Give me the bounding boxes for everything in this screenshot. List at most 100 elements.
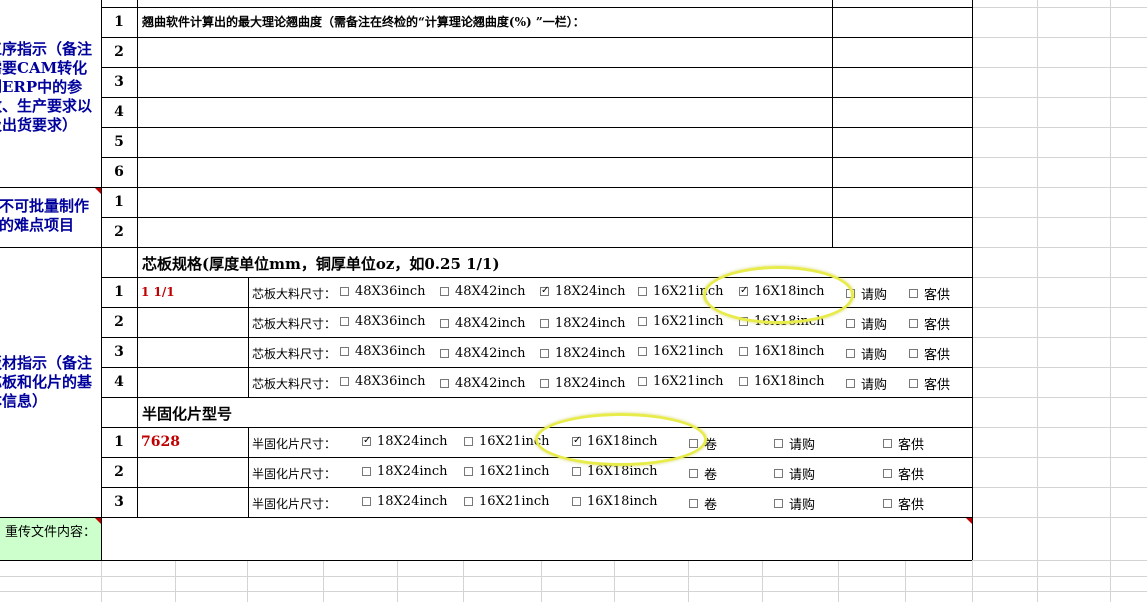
checkbox-box[interactable] — [689, 469, 698, 478]
prepreg-option-checkbox[interactable]: 客供 — [883, 464, 924, 483]
checkbox-box[interactable] — [464, 437, 473, 446]
prepreg-option-checkbox[interactable]: 请购 — [774, 434, 815, 453]
checkbox-box[interactable] — [846, 349, 855, 358]
row-number: 5 — [114, 134, 124, 150]
checkbox-box[interactable] — [540, 379, 549, 388]
highlight-oval — [703, 266, 854, 324]
checkbox-box[interactable] — [883, 439, 892, 448]
prepreg-option-checkbox[interactable]: 客供 — [883, 494, 924, 513]
checkbox-box[interactable] — [340, 377, 349, 386]
checkbox-box[interactable] — [540, 319, 549, 328]
prepreg-option-checkbox[interactable]: 16X18inch — [572, 464, 658, 479]
checkbox-box[interactable] — [440, 319, 449, 328]
core-option-checkbox[interactable]: 16X21inch — [638, 374, 724, 389]
core-size-label: 芯板大料尺寸： — [252, 377, 337, 391]
checkbox-box[interactable] — [774, 499, 783, 508]
checkbox-box[interactable] — [883, 469, 892, 478]
core-option-checkbox[interactable]: 18X24inch — [540, 346, 626, 361]
core-option-checkbox[interactable]: 18X24inch — [540, 284, 626, 299]
checkbox-box[interactable] — [774, 439, 783, 448]
core-option-checkbox[interactable]: 18X24inch — [540, 376, 626, 391]
checkbox-box[interactable] — [340, 347, 349, 356]
core-option-checkbox[interactable]: 48X36inch — [340, 314, 426, 329]
checkbox-box[interactable] — [440, 287, 449, 296]
prepreg-option-checkbox[interactable]: 18X24inch — [362, 494, 448, 509]
core-option-checkbox[interactable]: 请购 — [846, 344, 887, 363]
core-option-checkbox[interactable]: 请购 — [846, 374, 887, 393]
checkbox-box[interactable] — [464, 467, 473, 476]
row-number: 2 — [114, 314, 124, 330]
prepreg-option-checkbox[interactable]: 客供 — [883, 434, 924, 453]
checkbox-label: 卷 — [704, 498, 718, 513]
prepreg-option-checkbox[interactable]: 16X21inch — [464, 494, 550, 509]
core-option-checkbox[interactable]: 客供 — [909, 344, 950, 363]
core-option-checkbox[interactable]: 18X24inch — [540, 316, 626, 331]
checkbox-box[interactable] — [909, 379, 918, 388]
checkbox-box[interactable] — [572, 467, 581, 476]
checkbox-box[interactable] — [774, 469, 783, 478]
core-option-checkbox[interactable]: 48X36inch — [340, 344, 426, 359]
warpage-instruction-text[interactable]: 翘曲软件计算出的最大理论翘曲度（需备注在终检的“计算理论翘曲度(%) ”一栏）： — [142, 13, 585, 30]
core-option-checkbox[interactable]: 48X42inch — [440, 376, 526, 391]
checkbox-box[interactable] — [909, 289, 918, 298]
checkbox-box[interactable] — [362, 497, 371, 506]
checkbox-box[interactable] — [638, 317, 647, 326]
core-option-checkbox[interactable]: 16X18inch — [739, 344, 825, 359]
checkbox-box[interactable] — [846, 319, 855, 328]
checkbox-label: 客供 — [898, 438, 925, 453]
core-option-checkbox[interactable]: 48X36inch — [340, 374, 426, 389]
checkbox-box[interactable] — [638, 377, 647, 386]
prepreg-option-checkbox[interactable]: 卷 — [689, 494, 717, 513]
core-option-checkbox[interactable]: 48X42inch — [440, 346, 526, 361]
prepreg-option-checkbox[interactable]: 16X21inch — [464, 464, 550, 479]
core-option-checkbox[interactable]: 客供 — [909, 374, 950, 393]
checkbox-box[interactable] — [689, 499, 698, 508]
prepreg-option-checkbox[interactable]: 18X24inch — [362, 434, 448, 449]
core-option-checkbox[interactable]: 16X21inch — [638, 314, 724, 329]
prepreg-spec-value[interactable]: 7628 — [141, 434, 180, 450]
row-number: 4 — [114, 104, 124, 120]
prepreg-option-checkbox[interactable]: 卷 — [689, 464, 717, 483]
checkbox-box[interactable] — [440, 349, 449, 358]
checkbox-box[interactable] — [638, 347, 647, 356]
core-option-checkbox[interactable]: 48X42inch — [440, 316, 526, 331]
checkbox-box[interactable] — [883, 499, 892, 508]
core-option-checkbox[interactable]: 16X18inch — [739, 374, 825, 389]
core-option-checkbox[interactable]: 客供 — [909, 284, 950, 303]
core-option-checkbox[interactable]: 客供 — [909, 314, 950, 333]
checkbox-label: 16X18inch — [754, 344, 825, 359]
core-option-checkbox[interactable]: 48X42inch — [440, 284, 526, 299]
prepreg-header: 半固化片型号 — [142, 405, 233, 423]
checkbox-box[interactable] — [340, 287, 349, 296]
checkbox-box[interactable] — [340, 317, 349, 326]
checkbox-box[interactable] — [362, 437, 371, 446]
checkbox-box[interactable] — [440, 379, 449, 388]
checkbox-box[interactable] — [464, 497, 473, 506]
checkbox-box[interactable] — [362, 467, 371, 476]
checkbox-box[interactable] — [909, 349, 918, 358]
prepreg-option-checkbox[interactable]: 18X24inch — [362, 464, 448, 479]
section-process-label: 工序指示（备注需要CAM转化到ERP中的参数、生产要求以及出货要求） — [0, 40, 93, 134]
checkbox-box[interactable] — [638, 287, 647, 296]
section-reupload-label: 重传文件内容： — [4, 525, 96, 540]
prepreg-option-checkbox[interactable]: 请购 — [774, 494, 815, 513]
highlight-oval — [535, 413, 707, 466]
checkbox-box[interactable] — [909, 319, 918, 328]
checkbox-box[interactable] — [572, 497, 581, 506]
checkbox-box[interactable] — [540, 349, 549, 358]
checkbox-box[interactable] — [739, 377, 748, 386]
section-material-label: 板材指示（备注芯板和化片的基本信息） — [0, 354, 93, 410]
core-option-checkbox[interactable]: 请购 — [846, 314, 887, 333]
checkbox-label: 48X42inch — [455, 316, 526, 331]
core-option-checkbox[interactable]: 16X21inch — [638, 344, 724, 359]
checkbox-box[interactable] — [540, 287, 549, 296]
checkbox-box[interactable] — [846, 379, 855, 388]
checkbox-label: 客供 — [898, 498, 925, 513]
checkbox-box[interactable] — [739, 347, 748, 356]
core-spec-value[interactable]: 1 1/1 — [141, 285, 175, 299]
core-option-checkbox[interactable]: 48X36inch — [340, 284, 426, 299]
checkbox-label: 16X18inch — [587, 464, 658, 479]
prepreg-option-checkbox[interactable]: 16X18inch — [572, 494, 658, 509]
prepreg-option-checkbox[interactable]: 请购 — [774, 464, 815, 483]
comment-marker[interactable] — [966, 518, 972, 524]
